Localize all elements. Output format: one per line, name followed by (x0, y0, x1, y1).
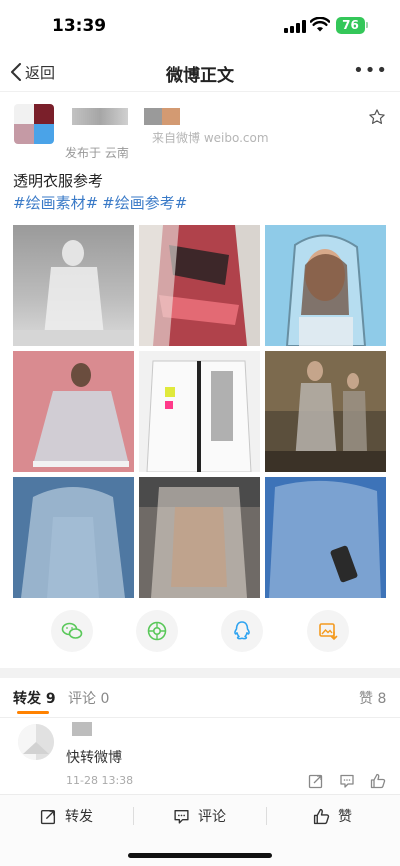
post-image[interactable] (13, 351, 134, 472)
author-badge-redacted (144, 108, 180, 125)
status-bar: 13:39 76 (0, 0, 400, 52)
tab-repost-count: 9 (45, 691, 56, 707)
share-moments-button[interactable] (136, 610, 178, 652)
comment-button[interactable]: 评论 (133, 805, 266, 827)
hashtag-link[interactable]: #绘画参考# (102, 194, 187, 212)
active-tab-indicator (17, 711, 49, 714)
hashtag-link[interactable]: #绘画素材# (13, 194, 98, 212)
tab-repost-label: 转发 (13, 691, 41, 707)
save-image-button[interactable] (307, 610, 349, 652)
tab-like-label: 赞 (359, 691, 373, 707)
post-tags: #绘画素材# #绘画参考# (13, 192, 187, 213)
interaction-tabs: 转发 9 评论 0 赞 8 (0, 678, 400, 718)
post-image[interactable] (265, 351, 386, 472)
share-qq-button[interactable] (221, 610, 263, 652)
qq-icon (234, 621, 250, 640)
post-image[interactable] (265, 225, 386, 346)
status-time: 13:39 (52, 16, 107, 36)
share-row (0, 610, 400, 658)
avatar[interactable] (18, 724, 54, 760)
post-image[interactable] (13, 225, 134, 346)
like-icon (313, 808, 330, 824)
section-divider (0, 668, 400, 678)
save-image-icon (319, 623, 338, 641)
like-label: 赞 (338, 809, 352, 825)
repost-icon[interactable] (308, 773, 324, 789)
post-image[interactable] (139, 351, 260, 472)
repost-icon (40, 809, 56, 824)
repost-label: 转发 (65, 809, 93, 825)
tab-comment-label: 评论 (68, 691, 96, 707)
commenter-name-redacted[interactable] (72, 722, 92, 736)
wechat-icon (61, 622, 83, 639)
cellular-signal-icon (284, 20, 306, 33)
tab-like[interactable]: 赞 8 (359, 688, 386, 708)
comment-icon[interactable] (339, 773, 355, 789)
post-text: 透明衣服参考 (13, 172, 104, 190)
navigation-bar: 返回 微博正文 ••• (0, 52, 400, 92)
like-button[interactable]: 赞 (266, 805, 399, 827)
page-title: 微博正文 (166, 66, 234, 86)
battery-tip (366, 22, 368, 28)
post-image[interactable] (139, 225, 260, 346)
post-header: 来自微博 weibo.com 发布于 云南 (0, 100, 400, 164)
list-item: 快转微博 11-28 13:38 (0, 718, 400, 794)
post-source: 来自微博 weibo.com (152, 131, 269, 145)
comment-time: 11-28 13:38 (66, 774, 134, 787)
moments-icon (147, 621, 167, 641)
comment-label: 评论 (198, 809, 226, 825)
tab-comment[interactable]: 评论 0 (68, 688, 109, 708)
star-icon[interactable] (368, 108, 386, 126)
post-image[interactable] (265, 477, 386, 598)
battery-icon: 76 (336, 17, 365, 34)
author-name-redacted[interactable] (72, 108, 128, 125)
comment-icon (174, 809, 189, 824)
post-location: 发布于 云南 (65, 146, 129, 160)
tab-comment-count: 0 (100, 691, 110, 707)
more-dots-icon[interactable]: ••• (353, 62, 388, 80)
post-image[interactable] (139, 477, 260, 598)
share-wechat-button[interactable] (51, 610, 93, 652)
wifi-icon (310, 17, 330, 32)
avatar[interactable] (14, 104, 54, 144)
repost-button[interactable]: 转发 (0, 805, 133, 827)
comment-text: 快转微博 (66, 750, 122, 766)
image-grid (13, 225, 386, 599)
like-icon[interactable] (370, 773, 386, 789)
tab-like-count: 8 (377, 691, 387, 707)
post-image[interactable] (13, 477, 134, 598)
tab-repost[interactable]: 转发 9 (13, 688, 56, 708)
home-indicator (128, 853, 272, 858)
